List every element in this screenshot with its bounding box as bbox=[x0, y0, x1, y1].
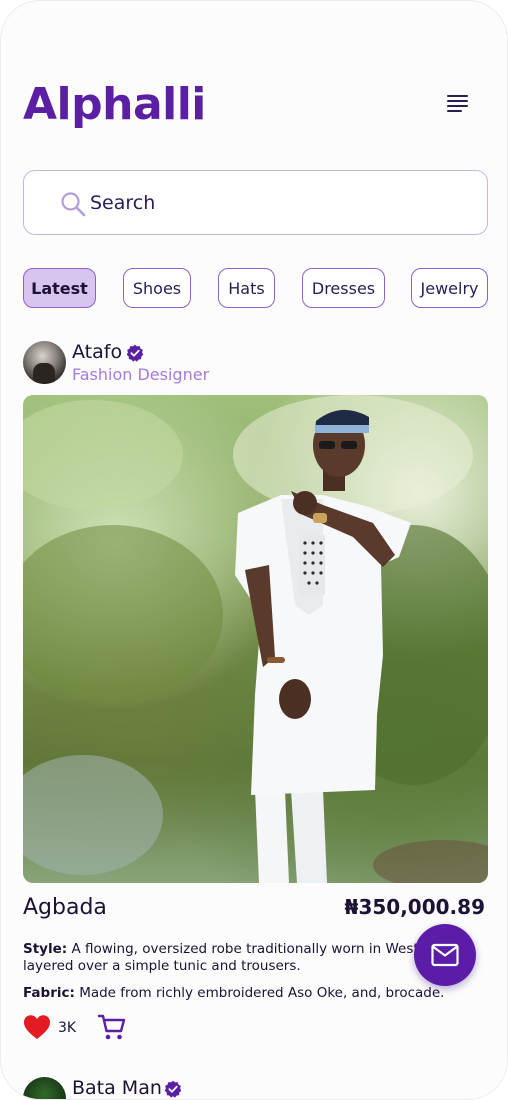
search-icon bbox=[61, 192, 86, 217]
post-header: Atafo Fashion Designer bbox=[23, 341, 489, 385]
avatar[interactable] bbox=[23, 1077, 66, 1099]
chip-hats[interactable]: Hats bbox=[218, 268, 275, 308]
cart-icon[interactable] bbox=[97, 1012, 127, 1042]
next-post-header: Bata Man bbox=[23, 1077, 489, 1099]
app-logo: Alphalli bbox=[23, 79, 206, 130]
heart-icon[interactable] bbox=[23, 1014, 51, 1040]
chip-latest[interactable]: Latest bbox=[23, 268, 96, 308]
post-actions: 3K bbox=[23, 1012, 163, 1044]
chip-shoes[interactable]: Shoes bbox=[123, 268, 191, 308]
like-count: 3K bbox=[58, 1020, 77, 1036]
app-header: Alphalli bbox=[23, 79, 489, 135]
phone-frame: Alphalli Latest Shoes Hats Dresses Jewel… bbox=[0, 0, 508, 1100]
post-image[interactable] bbox=[23, 395, 488, 883]
avatar[interactable] bbox=[23, 341, 66, 384]
verified-badge-icon bbox=[126, 344, 144, 362]
author-role: Fashion Designer bbox=[72, 365, 210, 384]
post-price: ₦350,000.89 bbox=[344, 895, 485, 919]
menu-icon[interactable] bbox=[447, 95, 471, 117]
mail-icon bbox=[431, 943, 459, 967]
fabric-description: Fabric: Made from richly embroidered Aso… bbox=[23, 985, 453, 1002]
search-input[interactable] bbox=[90, 187, 470, 219]
author-name[interactable]: Atafo bbox=[72, 341, 122, 363]
author-name[interactable]: Bata Man bbox=[72, 1077, 162, 1099]
message-fab[interactable] bbox=[414, 924, 476, 986]
chip-dresses[interactable]: Dresses bbox=[302, 268, 385, 308]
post-image-illustration bbox=[23, 395, 488, 883]
chip-jewelry[interactable]: Jewelry bbox=[411, 268, 488, 308]
style-label: Style: bbox=[23, 941, 68, 957]
category-chips: Latest Shoes Hats Dresses Jewelry bbox=[23, 268, 493, 308]
search-bar[interactable] bbox=[23, 170, 488, 235]
style-text: A flowing, oversized robe traditionally … bbox=[23, 941, 446, 974]
verified-badge-icon bbox=[164, 1080, 182, 1098]
fabric-label: Fabric: bbox=[23, 985, 75, 1001]
fabric-text: Made from richly embroidered Aso Oke, an… bbox=[79, 985, 445, 1001]
post-title: Agbada bbox=[23, 895, 107, 920]
style-description: Style: A flowing, oversized robe traditi… bbox=[23, 941, 453, 977]
